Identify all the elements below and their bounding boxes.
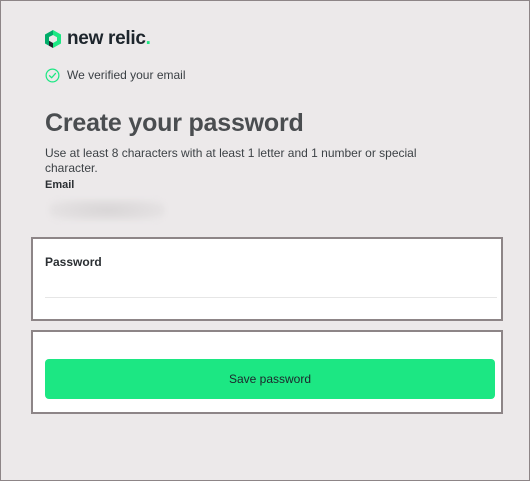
password-label: Password [45, 255, 102, 269]
brand-name: new relic. [67, 28, 151, 49]
email-label: Email [45, 179, 75, 191]
password-section: Password [31, 237, 503, 321]
password-requirements: Use at least 8 characters with at least … [45, 146, 417, 175]
brand-logo: new relic. [45, 28, 151, 49]
new-relic-logo-icon [45, 30, 61, 48]
save-password-button[interactable]: Save password [45, 359, 495, 399]
password-input[interactable] [45, 275, 497, 298]
save-section: Save password [31, 330, 503, 414]
page-title: Create your password [45, 109, 304, 137]
check-circle-icon [45, 68, 60, 82]
signup-card: new relic. We verified your email Create… [0, 0, 530, 481]
email-value-redacted [49, 199, 165, 221]
verified-text: We verified your email [67, 68, 186, 82]
email-verified-notice: We verified your email [45, 67, 186, 83]
